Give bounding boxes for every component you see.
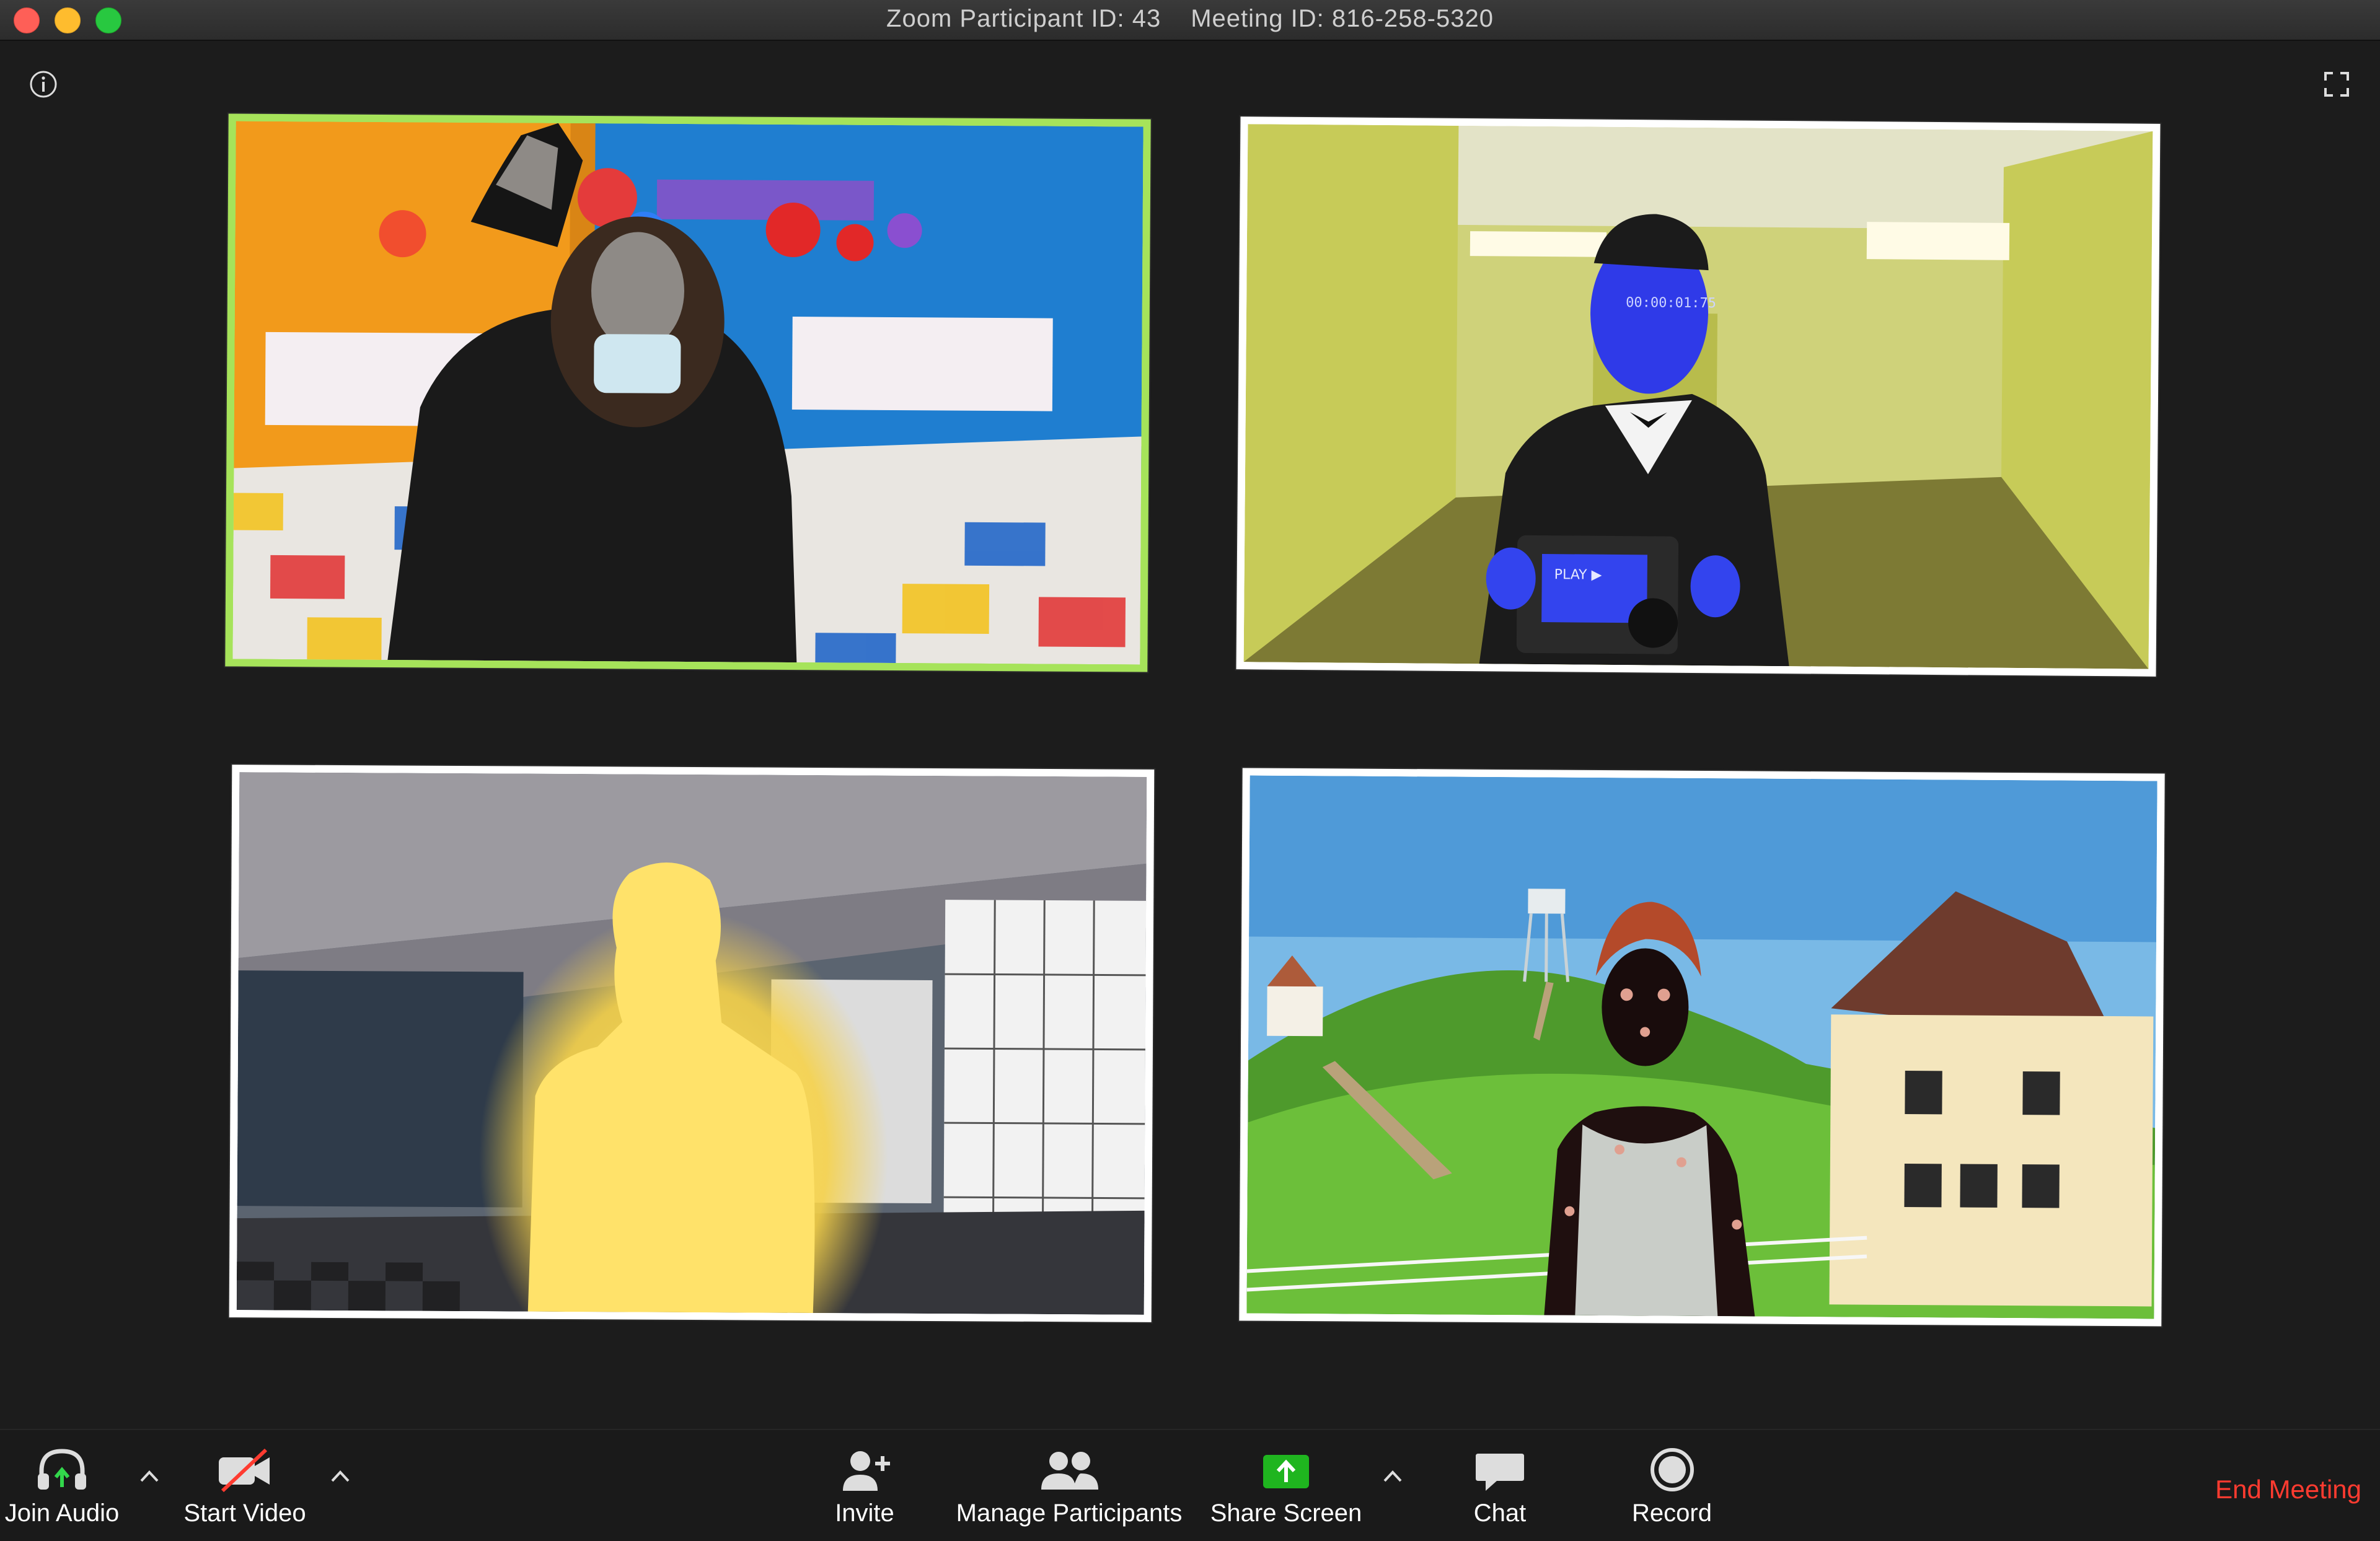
chat-label: Chat xyxy=(1473,1499,1527,1527)
video-feed-empty-office xyxy=(236,772,1147,1315)
video-tile-4[interactable] xyxy=(1239,768,2165,1327)
participant-id-text: Zoom Participant ID: 43 xyxy=(886,5,1161,32)
video-options-chevron-up-icon[interactable] xyxy=(327,1464,353,1490)
join-audio-button[interactable]: Join Audio xyxy=(0,1442,124,1527)
fullscreen-icon[interactable] xyxy=(2320,68,2353,100)
record-button[interactable]: Record xyxy=(1611,1442,1732,1527)
video-tile-1[interactable] xyxy=(225,113,1151,672)
invite-button[interactable]: Invite xyxy=(806,1442,923,1527)
participants-icon xyxy=(1041,1452,1098,1490)
info-icon[interactable] xyxy=(27,68,60,100)
meeting-toolbar: Join Audio Start Video Invite Manage Par… xyxy=(0,1429,2380,1541)
video-off-icon xyxy=(219,1448,270,1493)
start-video-button[interactable]: Start Video xyxy=(180,1442,310,1527)
start-video-label: Start Video xyxy=(183,1499,306,1527)
invite-label: Invite xyxy=(835,1499,894,1527)
chat-button[interactable]: Chat xyxy=(1444,1442,1556,1527)
chat-icon xyxy=(1476,1454,1524,1491)
record-icon xyxy=(1650,1448,1694,1491)
add-user-icon xyxy=(843,1451,890,1491)
video-feed-yellow-hallway: 00:00:01:75 PLAY ▶ xyxy=(1243,124,2153,669)
timecode-overlay: 00:00:01:75 xyxy=(1626,295,1716,311)
headphones-icon xyxy=(38,1449,86,1490)
manage-participants-button[interactable]: Manage Participants xyxy=(951,1442,1187,1527)
share-options-chevron-up-icon[interactable] xyxy=(1380,1464,1406,1490)
share-screen-icon xyxy=(1263,1455,1309,1488)
title-bar: Zoom Participant ID: 43 Meeting ID: 816-2… xyxy=(0,0,2380,41)
window-title: Zoom Participant ID: 43 Meeting ID: 816-2… xyxy=(0,5,2380,33)
video-feed-green-hill xyxy=(1246,775,2157,1319)
camera-screen-text: PLAY ▶ xyxy=(1554,567,1602,583)
manage-participants-label: Manage Participants xyxy=(956,1499,1183,1527)
video-tile-3[interactable] xyxy=(229,765,1155,1322)
audio-options-chevron-up-icon[interactable] xyxy=(136,1464,162,1490)
share-screen-button[interactable]: Share Screen xyxy=(1205,1442,1367,1527)
record-label: Record xyxy=(1632,1499,1712,1527)
video-feed-party-room xyxy=(232,121,1144,665)
share-screen-label: Share Screen xyxy=(1210,1499,1362,1527)
join-audio-label: Join Audio xyxy=(4,1499,120,1527)
end-meeting-button[interactable]: End Meeting xyxy=(2215,1475,2361,1504)
meeting-id-text: Meeting ID: 816-258-5320 xyxy=(1191,5,1494,32)
video-tile-2[interactable]: 00:00:01:75 PLAY ▶ xyxy=(1236,116,2161,677)
